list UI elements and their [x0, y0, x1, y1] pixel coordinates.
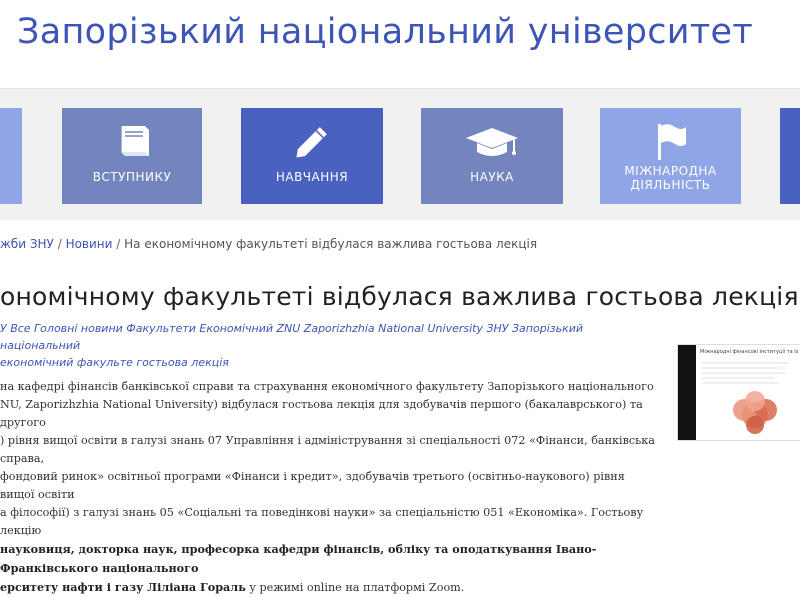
breadcrumb: жби ЗНУ / Новини / На економічному факул… [0, 233, 800, 259]
graduation-cap-icon [462, 122, 522, 162]
nav-tile-nauka[interactable]: НАУКА [421, 108, 563, 204]
main-navigation: ВСТУПНИКУ НАВЧАННЯ НАУКА МІЖНАРОДНА ДІЯЛ… [0, 90, 800, 220]
breadcrumb-link-news[interactable]: Новини [66, 237, 113, 251]
nav-tile-label: С [790, 202, 800, 204]
nav-tile-label: ВСТУПНИКУ [92, 170, 172, 184]
body-line-bold: ерситету нафти і газу Ліліана Гораль [0, 580, 246, 594]
body-line: фондовий ринок» освітньої програми «Фіна… [0, 470, 625, 501]
article-image[interactable]: Міжнародні фінансові інституції та їх [677, 344, 800, 441]
pencil-icon [289, 122, 335, 162]
breadcrumb-separator: / [57, 237, 62, 251]
body-line: у режимі online на платформі Zoom. [245, 581, 465, 594]
nav-tile-mizhnarodna[interactable]: МІЖНАРОДНА ДІЯЛЬНІСТЬ [600, 108, 741, 204]
flag-icon [648, 122, 694, 162]
article-body: на кафедрі фінансів банківської справи т… [0, 378, 655, 597]
breadcrumb-current: На економічному факультеті відбулася важ… [124, 237, 538, 251]
site-header: Запорізький національний університет [0, 0, 800, 89]
site-title[interactable]: Запорізький національний університет [17, 12, 753, 52]
article: ономічному факультеті відбулася важлива … [0, 260, 800, 594]
breadcrumb-link[interactable]: жби ЗНУ [0, 237, 54, 251]
breadcrumb-separator: / [116, 237, 121, 251]
body-line: ) рівня вищої освіти в галузі знань 07 У… [0, 434, 655, 465]
nav-tile-label: МІЖНАРОДНА ДІЯЛЬНІСТЬ [624, 164, 717, 192]
book-icon [109, 122, 155, 162]
nav-tile-vstupnyku[interactable]: ВСТУПНИКУ [62, 108, 202, 204]
article-tags: У Все Головні новини Факультети Економіч… [0, 320, 640, 371]
article-title: ономічному факультеті відбулася важлива … [0, 282, 799, 311]
body-line-bold: науковиця, докторка наук, професорка каф… [0, 542, 597, 575]
slide-diagram [702, 362, 788, 434]
tag-links-line[interactable]: економічний факульте гостьова лекція [0, 356, 229, 369]
tag-links-line[interactable]: У Все Головні новини Факультети Економіч… [0, 322, 583, 352]
body-line: на кафедрі фінансів банківської справи т… [0, 380, 654, 393]
nav-tile-label: НАВЧАННЯ [275, 170, 349, 184]
body-line: NU, Zaporizhzhia National University) ві… [0, 398, 643, 429]
nav-tile-partial-right[interactable]: С [780, 108, 800, 204]
nav-tile-navchannia[interactable]: НАВЧАННЯ [241, 108, 383, 204]
body-line: а філософії) з галузі знань 05 «Соціальн… [0, 506, 644, 537]
nav-tile-partial-left[interactable] [0, 108, 22, 204]
nav-tile-label: НАУКА [470, 170, 514, 184]
